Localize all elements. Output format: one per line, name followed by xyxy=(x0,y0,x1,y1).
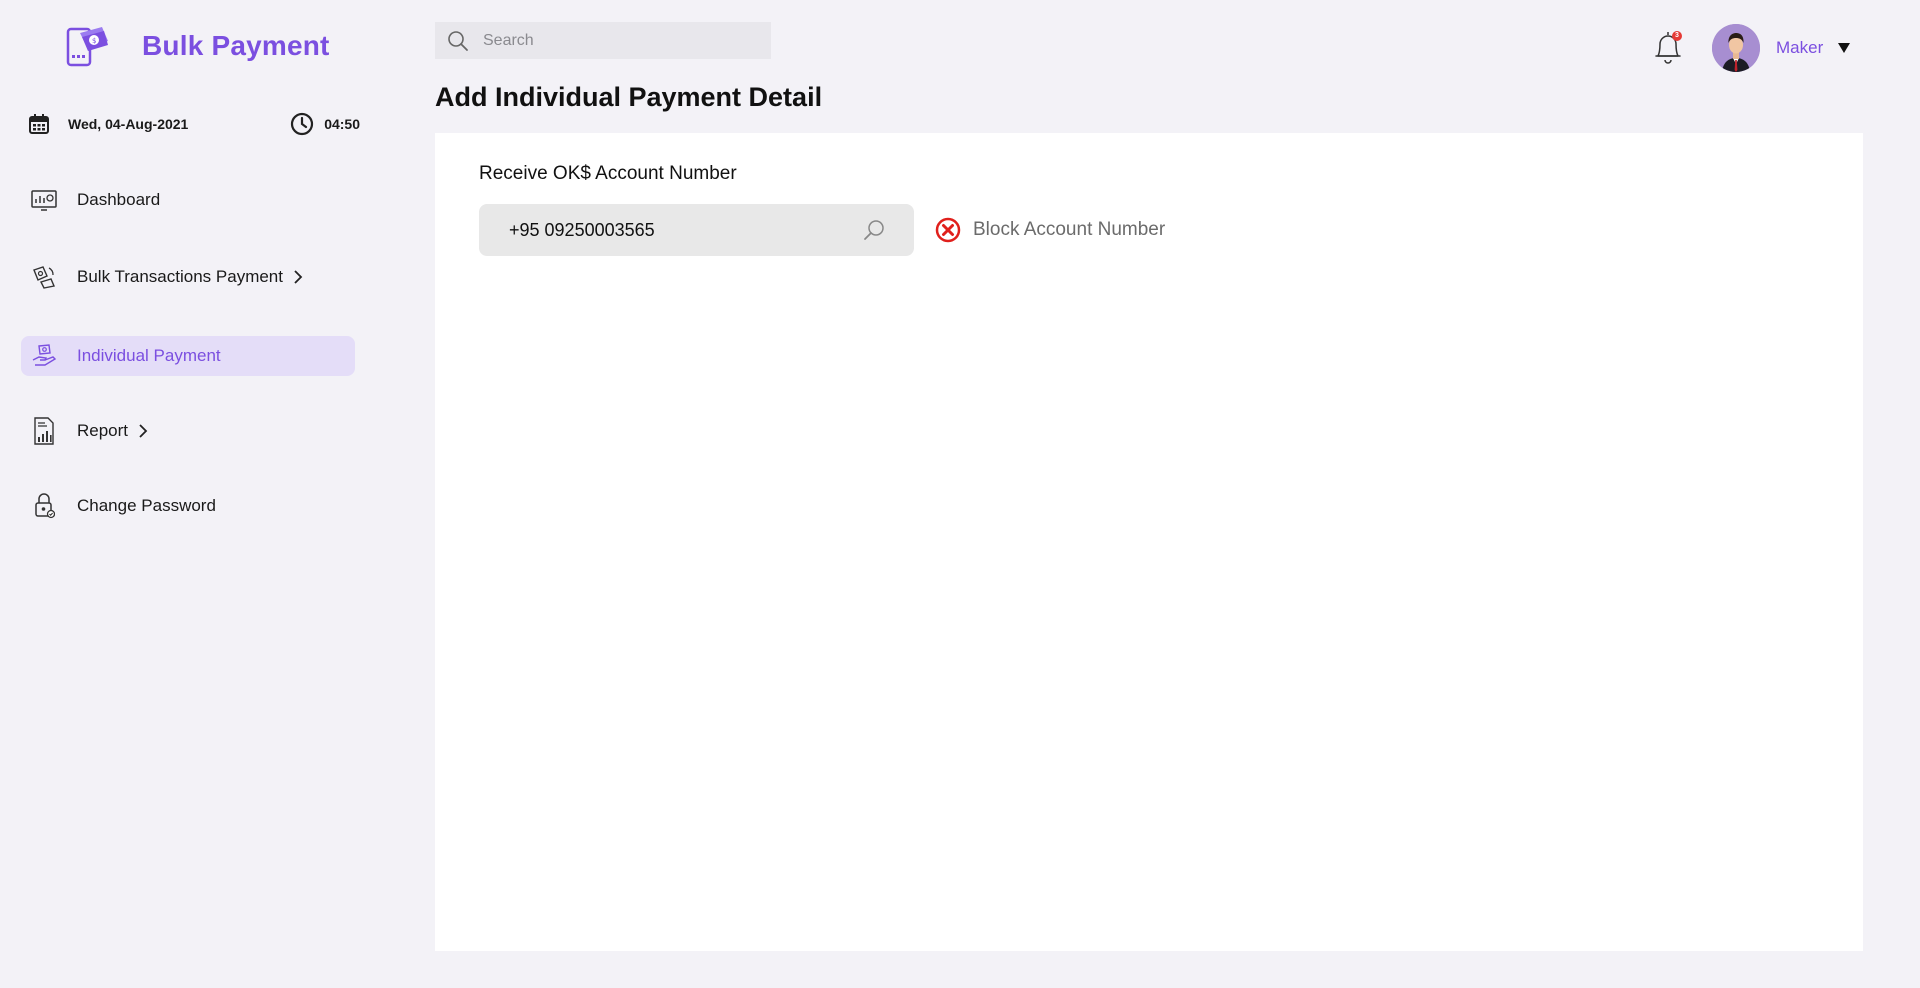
report-icon xyxy=(31,417,57,445)
sidebar-item-change-password[interactable]: Change Password xyxy=(21,486,355,526)
sidebar-item-label: Report xyxy=(77,421,129,440)
individual-payment-icon xyxy=(31,343,57,369)
current-date: Wed, 04-Aug-2021 xyxy=(68,116,189,132)
svg-text:$: $ xyxy=(92,37,96,45)
sidebar-item-bulk-transactions[interactable]: Bulk Transactions Payment xyxy=(21,257,355,297)
sidebar-item-label: Individual Payment xyxy=(77,346,221,365)
date-display: Wed, 04-Aug-2021 xyxy=(28,113,188,135)
account-number-input[interactable] xyxy=(507,218,862,242)
sidebar-item-dashboard[interactable]: Dashboard xyxy=(21,180,355,220)
search-input[interactable] xyxy=(481,30,751,51)
brand-title: Bulk Payment xyxy=(142,30,330,61)
dashboard-icon xyxy=(31,187,57,213)
sidebar-item-label: Change Password xyxy=(77,496,216,515)
chevron-right-icon xyxy=(138,424,148,438)
payment-detail-card: Receive OK$ Account Number Block Account… xyxy=(435,133,1863,951)
account-number-label: Receive OK$ Account Number xyxy=(479,163,737,184)
block-account-label: Block Account Number xyxy=(973,219,1166,240)
clock-icon xyxy=(291,112,314,136)
wallet-phone-icon: $ xyxy=(66,27,108,67)
block-account-button[interactable]: Block Account Number xyxy=(935,217,1165,243)
notification-badge: 3 xyxy=(1672,31,1682,41)
sidebar-item-report[interactable]: Report xyxy=(21,411,355,451)
calendar-icon xyxy=(29,114,49,134)
chevron-right-icon xyxy=(293,270,303,284)
avatar xyxy=(1712,24,1760,72)
close-circle-icon xyxy=(935,217,961,243)
user-name: Maker xyxy=(1776,38,1824,57)
caret-down-icon xyxy=(1838,43,1851,53)
current-time: 04:50 xyxy=(324,116,360,132)
lock-icon xyxy=(31,493,57,519)
transactions-icon xyxy=(31,264,57,290)
sidebar-item-label: Dashboard xyxy=(77,190,161,209)
datetime-bar: Wed, 04-Aug-2021 04:50 xyxy=(28,112,360,136)
notifications-button[interactable]: 3 xyxy=(1650,28,1686,68)
time-display: 04:50 xyxy=(290,112,360,136)
page-title: Add Individual Payment Detail xyxy=(435,82,823,112)
sidebar-item-label: Bulk Transactions Payment xyxy=(77,267,283,286)
sidebar-item-individual-payment[interactable]: Individual Payment xyxy=(21,336,355,376)
search-icon xyxy=(864,220,884,240)
global-search[interactable] xyxy=(435,22,771,59)
account-number-field[interactable] xyxy=(479,204,914,256)
brand[interactable]: $ Bulk Payment xyxy=(64,20,330,72)
user-menu[interactable]: Maker xyxy=(1712,24,1851,72)
sidebar: $ Bulk Payment Wed, 04-Aug-2021 04:50 Da… xyxy=(0,0,380,988)
search-icon xyxy=(448,30,468,51)
account-search-button[interactable] xyxy=(862,218,886,242)
